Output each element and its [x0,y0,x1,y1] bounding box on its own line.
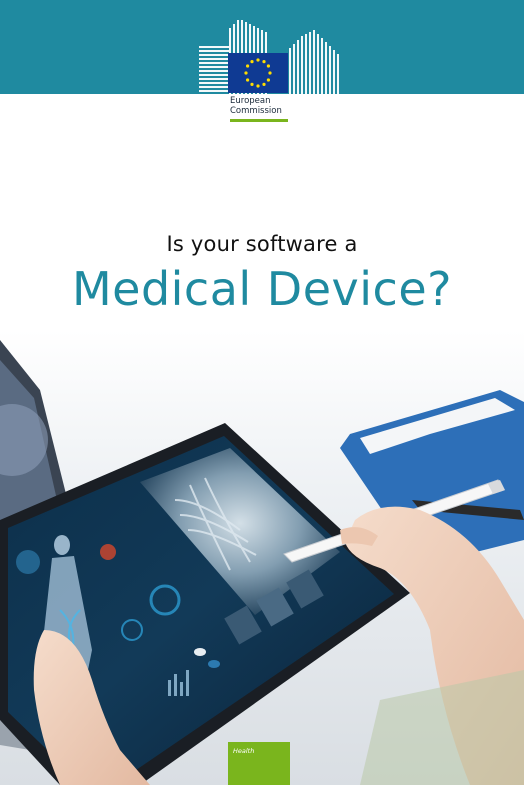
tablet-xray-illustration [0,330,524,785]
title-line-1: Is your software a [166,232,358,256]
logo-underline [230,119,288,122]
title-line-2: Medical Device? [71,262,453,316]
cover-photo [0,330,524,785]
european-commission-logo: European Commission [199,20,341,124]
health-badge-label: Health [233,747,255,755]
health-badge: Health [228,742,290,785]
organisation-name: European Commission [230,96,282,116]
org-line-2: Commission [230,106,282,116]
org-line-1: European [230,96,271,106]
commission-building-icon [199,20,339,95]
